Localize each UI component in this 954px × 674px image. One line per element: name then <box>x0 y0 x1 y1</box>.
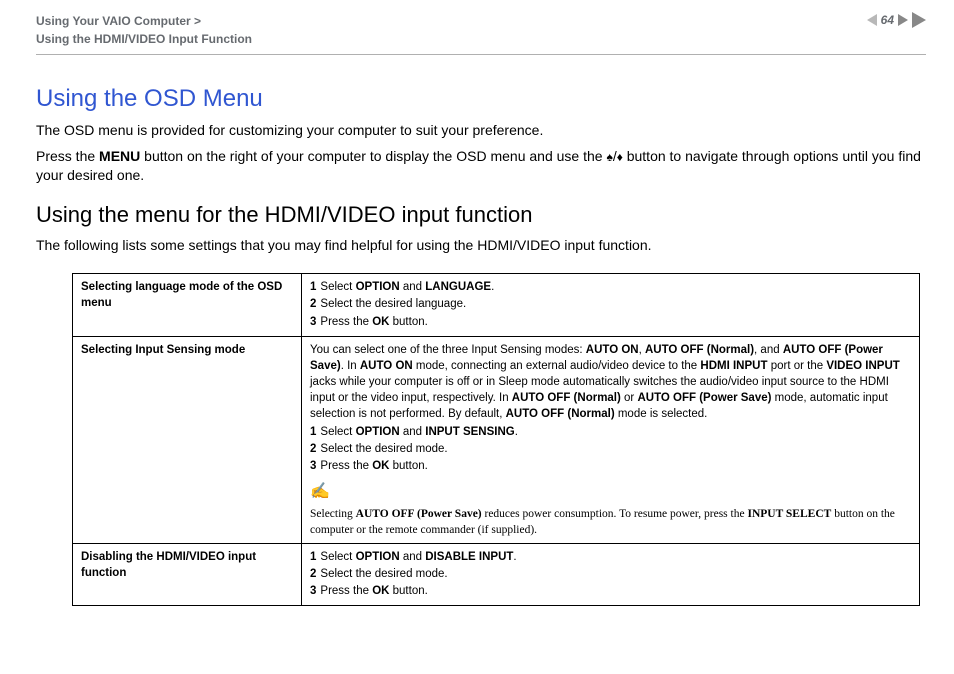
table-row: Selecting language mode of the OSD menu … <box>73 274 920 336</box>
text: . <box>491 281 494 293</box>
text: Press the <box>320 460 372 472</box>
note-text: Selecting AUTO OFF (Power Save) reduces … <box>310 508 895 536</box>
step-number: 2 <box>310 298 316 310</box>
menu-button-label: MENU <box>99 148 140 164</box>
text: Select <box>320 426 355 438</box>
text: OPTION <box>356 281 400 293</box>
text: button. <box>389 316 427 328</box>
text: button. <box>389 585 427 597</box>
table-row: Disabling the HDMI/VIDEO input function … <box>73 543 920 605</box>
step-number: 3 <box>310 460 316 472</box>
text: button on the right of your computer to … <box>140 148 606 164</box>
page-header: Using Your VAIO Computer > Using the HDM… <box>36 12 926 55</box>
text: You can select one of the three Input Se… <box>310 344 586 356</box>
intro-paragraph-2: Press the MENU button on the right of yo… <box>36 147 926 186</box>
text: and <box>400 281 426 293</box>
text: Press the <box>320 316 372 328</box>
text: . <box>513 551 516 563</box>
text: AUTO ON <box>360 360 413 372</box>
text: or <box>621 392 638 404</box>
text: AUTO OFF (Power Save) <box>356 508 482 520</box>
text: OPTION <box>356 551 400 563</box>
text: mode, connecting an external audio/video… <box>413 360 701 372</box>
page-nav: 64 <box>867 12 926 28</box>
row-content: You can select one of the three Input Se… <box>302 336 920 543</box>
text: and <box>400 551 426 563</box>
next-section-icon[interactable] <box>912 12 926 28</box>
text: INPUT SELECT <box>747 508 831 520</box>
prev-page-icon[interactable] <box>867 14 877 26</box>
arrow-up-icon: ♠ <box>606 149 612 166</box>
text: LANGUAGE <box>425 281 491 293</box>
text: HDMI INPUT <box>700 360 767 372</box>
step-number: 1 <box>310 551 316 563</box>
text: VIDEO INPUT <box>826 360 899 372</box>
note-icon: ✍ <box>310 481 330 503</box>
breadcrumb-line-2: Using the HDMI/VIDEO Input Function <box>36 32 252 46</box>
text: Select the desired mode. <box>320 443 447 455</box>
text: mode is selected. <box>615 408 708 420</box>
text: OK <box>372 585 389 597</box>
step-number: 1 <box>310 426 316 438</box>
subsection-intro: The following lists some settings that y… <box>36 236 926 256</box>
step-number: 1 <box>310 281 316 293</box>
step-number: 3 <box>310 585 316 597</box>
text: AUTO OFF (Normal) <box>645 344 754 356</box>
step-number: 2 <box>310 568 316 580</box>
text: Select <box>320 551 355 563</box>
text: Select the desired language. <box>320 298 466 310</box>
settings-table: Selecting language mode of the OSD menu … <box>72 273 920 606</box>
text: . <box>515 426 518 438</box>
row-content: 1 Select OPTION and LANGUAGE. 2 Select the… <box>302 274 920 336</box>
text: OK <box>372 316 389 328</box>
text: AUTO OFF (Normal) <box>506 408 615 420</box>
breadcrumb-line-1: Using Your VAIO Computer > <box>36 14 201 28</box>
text: OPTION <box>356 426 400 438</box>
text: . In <box>341 360 360 372</box>
page: Using Your VAIO Computer > Using the HDM… <box>0 0 954 626</box>
table-row: Selecting Input Sensing mode You can sel… <box>73 336 920 543</box>
text: Selecting <box>310 508 356 520</box>
text: DISABLE INPUT <box>425 551 513 563</box>
text: Press the <box>320 585 372 597</box>
breadcrumb: Using Your VAIO Computer > Using the HDM… <box>36 12 252 48</box>
intro-paragraph-1: The OSD menu is provided for customizing… <box>36 121 926 141</box>
page-number: 64 <box>881 13 894 27</box>
row-title: Selecting Input Sensing mode <box>73 336 302 543</box>
text: , and <box>754 344 783 356</box>
text: INPUT SENSING <box>425 426 514 438</box>
section-heading: Using the OSD Menu <box>36 85 926 113</box>
text: reduces power consumption. To resume pow… <box>482 508 748 520</box>
text: OK <box>372 460 389 472</box>
text: AUTO OFF (Power Save) <box>637 392 771 404</box>
text: Select the desired mode. <box>320 568 447 580</box>
row-title: Disabling the HDMI/VIDEO input function <box>73 543 302 605</box>
text: and <box>400 426 426 438</box>
step-number: 3 <box>310 316 316 328</box>
text: AUTO OFF (Normal) <box>512 392 621 404</box>
row-title: Selecting language mode of the OSD menu <box>73 274 302 336</box>
text: port or the <box>768 360 827 372</box>
text: Select <box>320 281 355 293</box>
text: Press the <box>36 148 99 164</box>
next-page-icon[interactable] <box>898 14 908 26</box>
step-number: 2 <box>310 443 316 455</box>
text: AUTO ON <box>586 344 639 356</box>
text: button. <box>389 460 427 472</box>
subsection-heading: Using the menu for the HDMI/VIDEO input … <box>36 202 926 228</box>
row-content: 1 Select OPTION and DISABLE INPUT. 2 Selec… <box>302 543 920 605</box>
